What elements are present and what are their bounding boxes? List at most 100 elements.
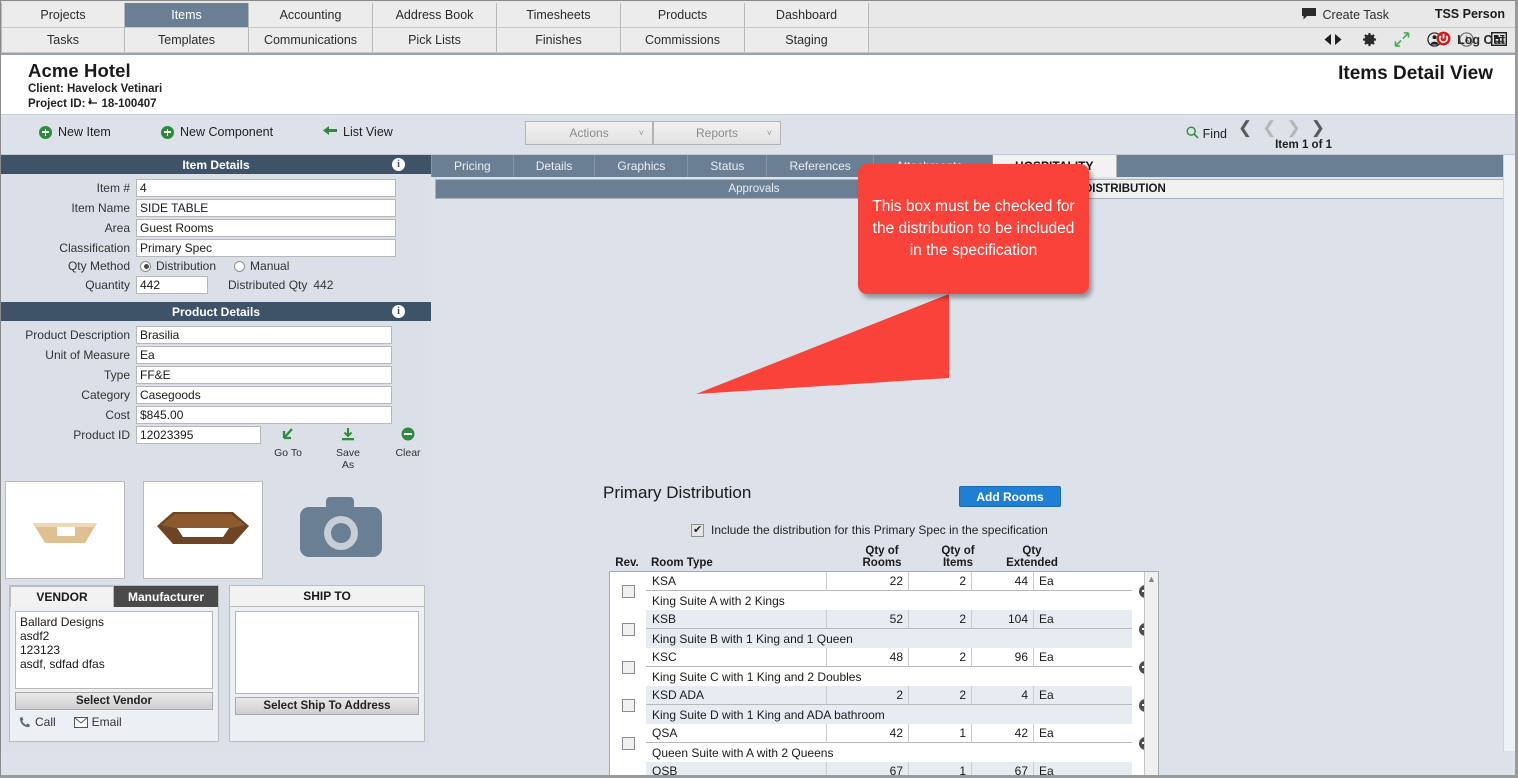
tab-vendor[interactable]: VENDOR xyxy=(10,586,114,607)
qty-items[interactable]: 1 xyxy=(909,762,972,775)
room-code[interactable]: QSB xyxy=(646,762,827,775)
qty-rooms[interactable]: 42 xyxy=(827,724,909,743)
category-input[interactable]: Casegoods xyxy=(136,386,392,404)
find-button[interactable]: Find xyxy=(1186,126,1227,142)
project-id-value[interactable]: 18-100407 xyxy=(102,98,157,110)
item-number-input[interactable]: 4 xyxy=(136,179,396,197)
expand-icon[interactable] xyxy=(1394,31,1410,47)
actions-dropdown[interactable]: Actions ˅ xyxy=(525,121,653,145)
nav-tab-pick-lists[interactable]: Pick Lists xyxy=(373,28,497,53)
rev-checkbox[interactable] xyxy=(621,774,635,775)
create-task-button[interactable]: Create Task xyxy=(1301,7,1389,23)
table-row[interactable]: QSB 67 1 67 Ea Queen Suite B with 1 Quee… xyxy=(610,762,1158,775)
table-row[interactable]: KSD ADA 2 2 4 Ea King Suite D with 1 Kin… xyxy=(610,686,1158,724)
tab-details[interactable]: Details xyxy=(514,155,596,177)
room-code[interactable]: KSB xyxy=(646,610,827,629)
nav-tab-staging[interactable]: Staging xyxy=(745,28,869,53)
table-row[interactable]: KSA 22 2 44 Ea King Suite A with 2 Kings xyxy=(610,572,1158,610)
last-record-button[interactable]: ❯ xyxy=(1311,119,1325,136)
classification-input[interactable]: Primary Spec xyxy=(136,239,396,257)
table-row[interactable]: QSA 42 1 42 Ea Queen Suite with A with 2… xyxy=(610,724,1158,762)
tab-status[interactable]: Status xyxy=(688,155,768,177)
nav-tab-address-book[interactable]: Address Book xyxy=(373,3,497,28)
new-component-button[interactable]: New Component xyxy=(161,125,273,139)
rev-checkbox[interactable] xyxy=(621,622,635,636)
product-image-2[interactable] xyxy=(143,481,263,579)
save-as-button[interactable]: Save As xyxy=(329,426,367,471)
nav-tab-tasks[interactable]: Tasks xyxy=(1,28,125,53)
unit-of-measure-input[interactable]: Ea xyxy=(136,346,392,364)
email-button[interactable]: Email xyxy=(73,715,122,729)
reports-dropdown[interactable]: Reports ˅ xyxy=(653,121,781,145)
add-photo-placeholder[interactable] xyxy=(281,481,401,579)
room-code[interactable]: KSC xyxy=(646,648,827,667)
info-icon-2[interactable]: i xyxy=(392,305,405,318)
product-image-1[interactable] xyxy=(5,481,125,579)
page-scrollbar[interactable] xyxy=(1503,155,1515,751)
go-to-button[interactable]: Go To xyxy=(269,426,307,459)
radio-manual[interactable]: Manual xyxy=(234,259,289,273)
rev-checkbox[interactable] xyxy=(621,698,635,712)
product-description-input[interactable]: Brasilia xyxy=(136,326,392,344)
room-code[interactable]: QSA xyxy=(646,724,827,743)
qty-items[interactable]: 1 xyxy=(909,724,972,743)
qty-items[interactable]: 2 xyxy=(909,686,972,705)
add-rooms-button[interactable]: Add Rooms xyxy=(959,486,1061,507)
clear-button[interactable]: Clear xyxy=(389,426,427,459)
vendor-address[interactable]: Ballard Designs asdf2 123123 asdf, sdfad… xyxy=(15,611,213,689)
tab-graphics[interactable]: Graphics xyxy=(595,155,689,177)
tab-manufacturer[interactable]: Manufacturer xyxy=(114,586,218,607)
item-name-input[interactable]: SIDE TABLE xyxy=(136,199,396,217)
rev-checkbox[interactable] xyxy=(621,660,635,674)
qty-rooms[interactable]: 67 xyxy=(827,762,909,775)
gear-icon[interactable] xyxy=(1362,32,1377,47)
nav-tab-commissions[interactable]: Commissions xyxy=(621,28,745,53)
product-id-input[interactable]: 12023395 xyxy=(136,426,261,444)
tab-pricing[interactable]: Pricing xyxy=(431,155,514,177)
nav-tab-items[interactable]: Items xyxy=(125,3,249,28)
nav-tab-dashboard[interactable]: Dashboard xyxy=(745,3,869,28)
table-row[interactable]: KSC 48 2 96 Ea King Suite C with 1 King … xyxy=(610,648,1158,686)
qty-items[interactable]: 2 xyxy=(909,572,972,591)
nav-tab-accounting[interactable]: Accounting xyxy=(249,3,373,28)
nav-tab-timesheets[interactable]: Timesheets xyxy=(497,3,621,28)
type-input[interactable]: FF&E xyxy=(136,366,392,384)
cost-input[interactable]: $845.00 xyxy=(136,406,392,424)
quantity-input[interactable]: 442 xyxy=(136,276,208,294)
radio-distribution[interactable]: Distribution xyxy=(140,259,216,273)
ship-to-address[interactable] xyxy=(235,611,419,694)
back-arrow-icon[interactable] xyxy=(87,97,100,111)
nav-tab-communications[interactable]: Communications xyxy=(249,28,373,53)
new-item-button[interactable]: New Item xyxy=(39,125,111,139)
prev-record-button[interactable]: ❮ xyxy=(1262,119,1276,136)
nav-tab-projects[interactable]: Projects xyxy=(1,3,125,28)
remove-row-icon[interactable] xyxy=(1138,774,1152,775)
qty-items[interactable]: 2 xyxy=(909,610,972,629)
room-code[interactable]: KSA xyxy=(646,572,827,591)
list-view-button[interactable]: List View xyxy=(323,125,393,139)
nav-tab-templates[interactable]: Templates xyxy=(125,28,249,53)
select-ship-to-button[interactable]: Select Ship To Address xyxy=(235,697,419,715)
include-distribution-checkbox[interactable] xyxy=(691,523,704,537)
room-code[interactable]: KSD ADA xyxy=(646,686,827,705)
area-input[interactable]: Guest Rooms xyxy=(136,219,396,237)
qty-rooms[interactable]: 52 xyxy=(827,610,909,629)
qty-rooms[interactable]: 22 xyxy=(827,572,909,591)
rev-checkbox[interactable] xyxy=(621,736,635,750)
qty-rooms[interactable]: 48 xyxy=(827,648,909,667)
table-scrollbar[interactable]: ▲ ▼ xyxy=(1144,572,1158,775)
first-record-button[interactable]: ❮ xyxy=(1238,119,1252,136)
select-vendor-button[interactable]: Select Vendor xyxy=(15,692,213,710)
scroll-up-icon[interactable]: ▲ xyxy=(1147,572,1156,586)
logout-button[interactable]: Log Out xyxy=(1436,31,1505,49)
next-record-button[interactable]: ❯ xyxy=(1287,119,1301,136)
qty-items[interactable]: 2 xyxy=(909,648,972,667)
nav-tab-products[interactable]: Products xyxy=(621,3,745,28)
table-row[interactable]: KSB 52 2 104 Ea King Suite B with 1 King… xyxy=(610,610,1158,648)
nav-tab-finishes[interactable]: Finishes xyxy=(497,28,621,53)
qty-rooms[interactable]: 2 xyxy=(827,686,909,705)
call-button[interactable]: Call xyxy=(18,715,56,729)
prev-next-icon[interactable] xyxy=(1323,33,1345,46)
info-icon[interactable]: i xyxy=(392,158,405,171)
rev-checkbox[interactable] xyxy=(621,584,635,598)
